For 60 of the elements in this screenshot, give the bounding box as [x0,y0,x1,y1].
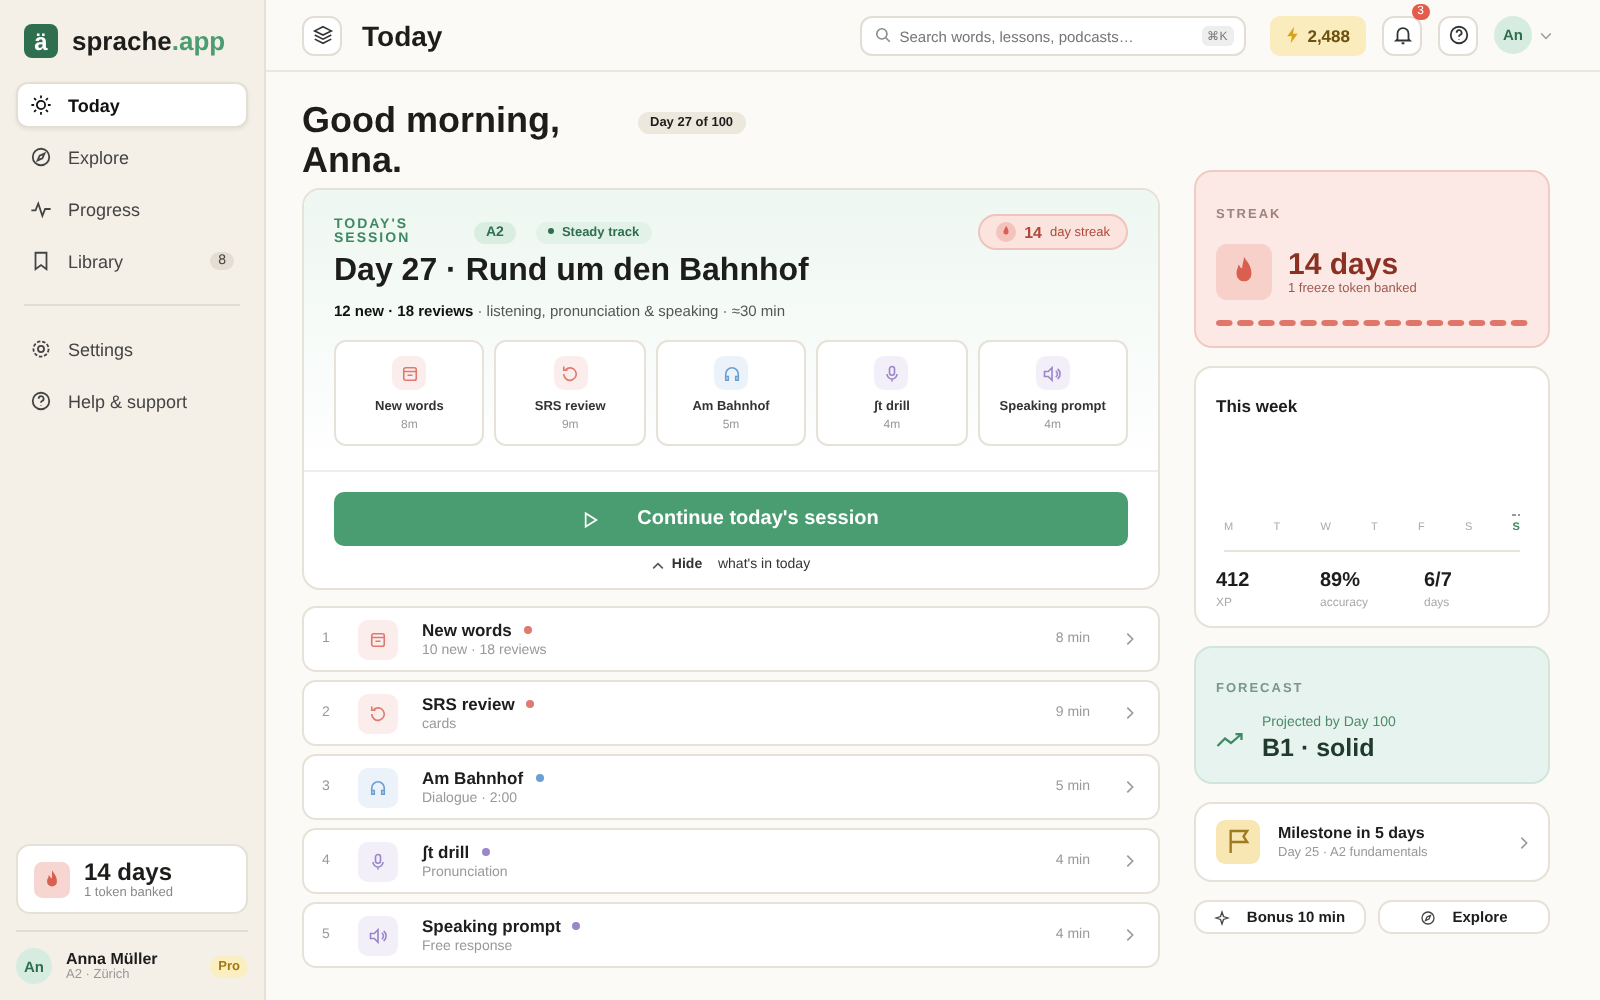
sparkle-icon [1214,909,1231,925]
layers-button[interactable] [302,15,342,55]
search-icon [873,26,892,44]
stat-value: 89% [1320,570,1363,592]
xp-button[interactable]: 2,488 [1269,15,1366,55]
help-icon [1447,24,1469,46]
lightning-icon [1285,26,1300,44]
step-title: Am Bahnhof [422,768,524,788]
caret-icon [651,561,664,569]
compass-icon [30,146,52,168]
refresh-icon [358,693,398,733]
headphones-icon [358,767,398,807]
flame-icon [1216,244,1272,300]
sidebar-item[interactable]: Settings [16,326,248,372]
chevron-right-icon [1126,854,1134,868]
step-title: New words [422,620,512,640]
speaker-icon [358,915,398,955]
card-title: This week [1216,396,1298,416]
stat-value: 6/7 [1424,570,1454,592]
sun-icon [30,94,52,116]
trend-up-icon [1216,729,1246,749]
page-title: Today [362,19,443,51]
chevron-right-icon [1126,928,1134,942]
milestone-title: Milestone in 5 days [1278,824,1427,842]
step-title: Speaking prompt [422,916,561,936]
sidebar-item[interactable]: Explore [16,134,248,180]
layers-icon [311,24,333,46]
flame-icon [34,861,70,897]
streak-value: 14 days [1288,248,1401,282]
greeting: Good morning, Anna. [302,100,562,180]
chevron-right-icon [1126,706,1134,720]
streak-value: 14 days [84,858,173,886]
forecast-value: B1 · solid [1262,734,1377,762]
microphone-icon [358,841,398,881]
app-logo: ä [24,24,58,58]
calendar-icon [358,619,398,659]
bell-icon [1391,24,1413,46]
bookmark-icon [30,250,52,272]
play-icon [583,511,598,527]
step-title: SRS review [422,694,515,714]
chevron-down-icon [1540,31,1552,39]
user-name: Anna Müller [66,950,158,968]
app-name: sprache.app [72,26,226,56]
chevron-right-icon [1126,632,1134,646]
notifications-button[interactable] [1382,15,1422,55]
compass-icon [1420,909,1437,925]
step-title: ʃt drill [422,842,470,862]
settings-icon [30,338,52,360]
chevron-right-icon [1520,835,1528,849]
help-button[interactable] [1438,15,1478,55]
sidebar-item[interactable]: Today [16,82,248,128]
flame-icon [996,222,1017,242]
chevron-right-icon [1126,780,1134,794]
activity-icon [30,198,52,220]
sidebar-item[interactable]: Progress [16,186,248,232]
flag-icon [1216,820,1260,864]
sidebar-item[interactable]: Help & support [16,378,248,424]
stat-value: 412 [1216,570,1252,592]
help-icon [30,390,52,412]
session-title: Day 27 · Rund um den Bahnhof [334,254,811,290]
